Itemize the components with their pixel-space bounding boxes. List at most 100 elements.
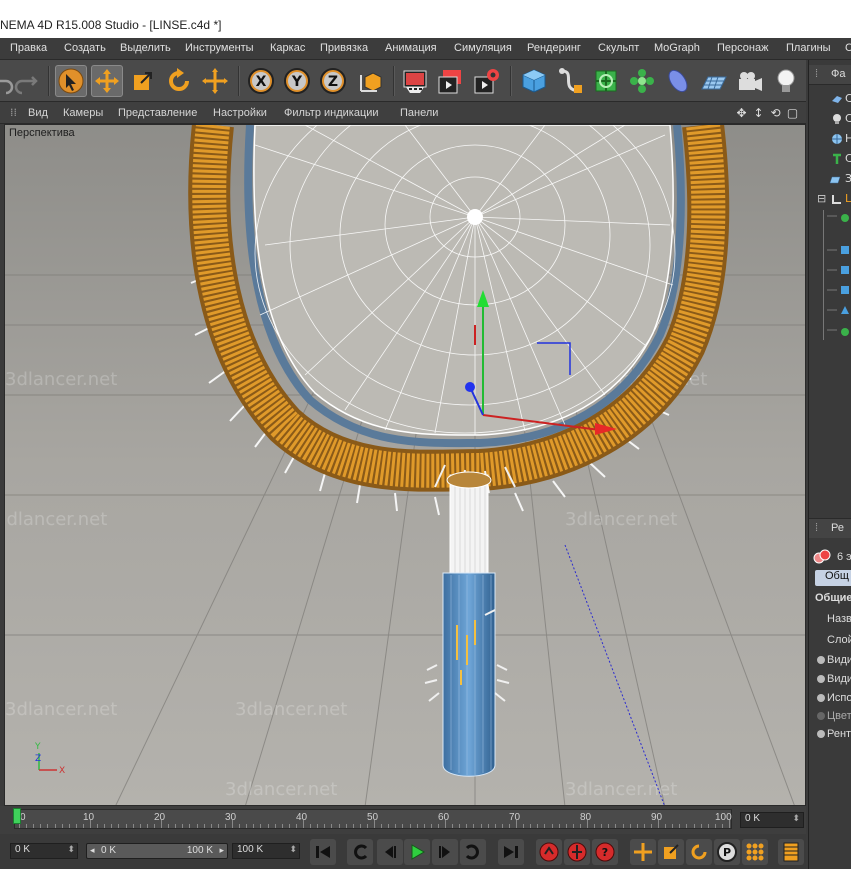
perspective-viewport[interactable]: 3dlancer.net 3dlancer.net 3dlancer.net 3… xyxy=(4,124,806,806)
key-scale-button[interactable] xyxy=(658,839,684,865)
cloner-icon[interactable] xyxy=(626,65,658,97)
floor-icon[interactable] xyxy=(698,65,730,97)
previous-frame-button[interactable] xyxy=(377,839,403,865)
rotate-icon[interactable] xyxy=(163,65,195,97)
field-visible-render[interactable]: Види xyxy=(809,673,851,685)
stepper-arrows-icon[interactable]: ⬍ xyxy=(792,813,800,824)
spline-pen-icon[interactable] xyxy=(554,65,586,97)
redo-icon[interactable] xyxy=(10,65,42,97)
range-left-arrow-icon[interactable]: ◂ xyxy=(90,845,95,856)
menu-snap[interactable]: Привязка xyxy=(320,42,368,54)
play-button[interactable] xyxy=(404,839,430,865)
viewport-dolly-icon[interactable]: ↕ xyxy=(751,105,766,120)
object-row-floor[interactable]: З xyxy=(811,170,851,188)
viewport-menu-panel[interactable]: Панели xyxy=(400,107,438,119)
radio-icon[interactable] xyxy=(817,712,825,721)
render-settings-icon[interactable] xyxy=(471,65,503,97)
select-arrow-icon[interactable] xyxy=(55,65,87,97)
deformer-icon[interactable] xyxy=(662,65,694,97)
radio-icon[interactable] xyxy=(817,656,825,665)
viewport-menu-filter[interactable]: Фильтр индикации xyxy=(284,107,379,119)
previous-key-button[interactable] xyxy=(347,839,373,865)
key-rotation-button[interactable] xyxy=(686,839,712,865)
move-plus-icon[interactable] xyxy=(199,65,231,97)
timeline-playhead[interactable] xyxy=(13,808,21,824)
menu-select[interactable]: Выделить xyxy=(120,42,171,54)
start-frame-field[interactable]: 0 K ⬍ xyxy=(10,843,78,859)
menu-create[interactable]: Создать xyxy=(64,42,106,54)
key-parameter-button[interactable]: P xyxy=(714,839,740,865)
objects-panel-title[interactable]: Фа xyxy=(831,68,845,80)
tab-basic[interactable]: Общ xyxy=(815,570,851,586)
menu-mesh[interactable]: Каркас xyxy=(270,42,305,54)
radio-icon[interactable] xyxy=(817,730,825,739)
object-row-sky[interactable]: Н xyxy=(811,130,851,148)
render-picture-queue-icon[interactable] xyxy=(435,65,467,97)
object-row-null[interactable]: ⊟ L xyxy=(811,190,851,208)
range-right-arrow-icon[interactable]: ▸ xyxy=(219,845,224,856)
timeline-window-button[interactable] xyxy=(778,839,804,865)
stepper-arrows-icon[interactable]: ⬍ xyxy=(67,844,75,855)
viewport-menu-view[interactable]: Вид xyxy=(28,107,48,119)
field-visible-editor[interactable]: Види xyxy=(809,654,851,666)
x-axis-icon[interactable]: X xyxy=(245,65,277,97)
autokey-button[interactable] xyxy=(564,839,590,865)
timeline-tick xyxy=(189,824,191,828)
render-view-icon[interactable] xyxy=(399,65,431,97)
menu-sculpt[interactable]: Скульпт xyxy=(598,42,639,54)
camera-icon[interactable] xyxy=(734,65,766,97)
attributes-panel-title[interactable]: Ре xyxy=(831,522,844,534)
radio-icon[interactable] xyxy=(817,675,825,684)
viewport-menu-cameras[interactable]: Камеры xyxy=(63,107,103,119)
coordinate-system-icon[interactable] xyxy=(355,65,387,97)
play-icon xyxy=(411,844,425,860)
record-keys-button[interactable] xyxy=(536,839,562,865)
object-row-text[interactable]: С xyxy=(811,150,851,168)
timeline-tick xyxy=(452,824,454,828)
menu-simulate[interactable]: Симуляция xyxy=(454,42,512,54)
timeline-tick xyxy=(366,824,368,828)
cube-icon[interactable] xyxy=(518,65,550,97)
next-key-button[interactable] xyxy=(460,839,486,865)
menu-edit[interactable]: Правка xyxy=(10,42,47,54)
viewport-rotate-icon[interactable]: ⟲ xyxy=(768,105,783,120)
viewport-maximize-icon[interactable]: ▢ xyxy=(785,105,800,120)
current-frame-field[interactable]: 0 K ⬍ xyxy=(740,812,804,828)
frame-range-slider[interactable]: ◂ 0 K 100 K ▸ xyxy=(86,843,228,859)
next-frame-button[interactable] xyxy=(432,839,458,865)
end-frame-field[interactable]: 100 K ⬍ xyxy=(232,843,300,859)
object-row-camera[interactable]: С xyxy=(811,90,851,108)
menu-script[interactable]: С xyxy=(845,42,851,54)
menu-character[interactable]: Персонаж xyxy=(717,42,768,54)
go-to-end-button[interactable] xyxy=(498,839,524,865)
go-to-start-button[interactable] xyxy=(310,839,336,865)
viewport-pan-icon[interactable]: ✥ xyxy=(734,105,749,120)
menu-plugins[interactable]: Плагины xyxy=(786,42,831,54)
subdivision-icon[interactable] xyxy=(590,65,622,97)
menu-mograph[interactable]: MoGraph xyxy=(654,42,700,54)
menu-tools[interactable]: Инструменты xyxy=(185,42,254,54)
timeline-track[interactable]: 0 10 20 30 40 50 60 70 80 90 100 xyxy=(14,809,732,829)
move-icon[interactable] xyxy=(91,65,123,97)
autokey-icon xyxy=(567,842,587,862)
collapse-toggle-icon[interactable]: ⊟ xyxy=(817,192,826,205)
viewport-menu-display[interactable]: Представление xyxy=(118,107,197,119)
radio-icon[interactable] xyxy=(817,694,825,703)
field-use-color[interactable]: Испо xyxy=(809,692,851,704)
key-position-button[interactable] xyxy=(630,839,656,865)
light-icon[interactable] xyxy=(770,65,802,97)
scale-icon[interactable] xyxy=(127,65,159,97)
z-axis-icon[interactable]: Z xyxy=(317,65,349,97)
field-xray[interactable]: Рент xyxy=(809,728,851,740)
stepper-arrows-icon[interactable]: ⬍ xyxy=(289,844,297,855)
scene-canvas[interactable]: 3dlancer.net 3dlancer.net 3dlancer.net 3… xyxy=(5,125,806,806)
viewport-menu-options[interactable]: Настройки xyxy=(213,107,267,119)
timeline-tick xyxy=(494,824,496,828)
field-display-color[interactable]: Цвет xyxy=(809,710,851,722)
object-row-light[interactable]: С xyxy=(811,110,851,128)
y-axis-icon[interactable]: Y xyxy=(281,65,313,97)
menu-animate[interactable]: Анимация xyxy=(385,42,437,54)
menu-render[interactable]: Рендеринг xyxy=(527,42,581,54)
key-pla-button[interactable] xyxy=(742,839,768,865)
keyframe-selection-button[interactable]: ? xyxy=(592,839,618,865)
